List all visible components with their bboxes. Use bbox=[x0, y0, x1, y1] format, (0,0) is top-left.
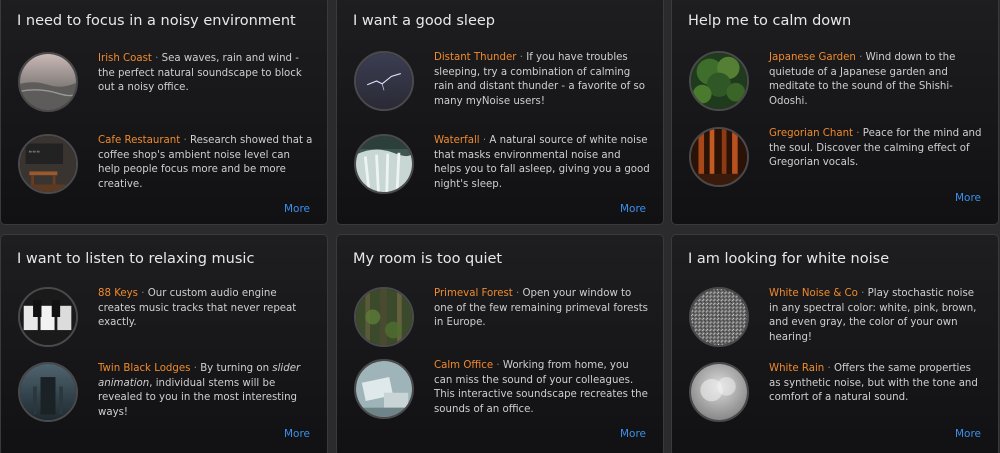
list-item[interactable]: Irish Coast · Sea waves, rain and wind -… bbox=[18, 52, 314, 116]
item-name-link[interactable]: Irish Coast bbox=[98, 53, 152, 64]
item-description: Calm Office · Working from home, you can… bbox=[434, 360, 648, 415]
item-description: Waterfall · A natural source of white no… bbox=[434, 135, 650, 190]
piano-keys-thumbnail[interactable] bbox=[18, 287, 78, 347]
more-link[interactable]: More bbox=[620, 203, 646, 215]
card-calm: Help me to calm down Japanese Garden · W… bbox=[671, 0, 999, 225]
card-sleep: I want a good sleep Distant Thunder · If… bbox=[336, 0, 664, 225]
thunder-thumbnail[interactable] bbox=[354, 51, 414, 111]
svg-text:≈≈≈: ≈≈≈ bbox=[28, 150, 40, 155]
item-name-link[interactable]: Waterfall bbox=[434, 135, 480, 146]
card-focus: I need to focus in a noisy environment I… bbox=[0, 0, 328, 225]
lodges-thumbnail[interactable] bbox=[18, 362, 78, 422]
list-item[interactable]: Distant Thunder · If you have troubles s… bbox=[354, 51, 650, 115]
item-description: Irish Coast · Sea waves, rain and wind -… bbox=[98, 53, 302, 94]
item-name-link[interactable]: Cafe Restaurant bbox=[98, 135, 180, 146]
item-description: Japanese Garden · Wind down to the quiet… bbox=[769, 52, 956, 107]
more-link[interactable]: More bbox=[284, 428, 310, 440]
card-title: I need to focus in a noisy environment bbox=[17, 13, 296, 29]
more-link[interactable]: More bbox=[955, 428, 981, 440]
list-item[interactable]: ≈≈≈ Cafe Restaurant · Research showed th… bbox=[18, 134, 314, 198]
card-quiet-room: My room is too quiet Primeval Forest · O… bbox=[336, 234, 664, 453]
item-description: Primeval Forest · Open your window to on… bbox=[434, 288, 648, 329]
item-description: Twin Black Lodges · By turning on slider… bbox=[98, 363, 301, 418]
card-title: Help me to calm down bbox=[688, 13, 852, 29]
list-item[interactable]: Calm Office · Working from home, you can… bbox=[354, 359, 650, 423]
item-name-link[interactable]: Japanese Garden bbox=[769, 52, 856, 63]
item-name-link[interactable]: Calm Office bbox=[434, 360, 493, 371]
item-name-link[interactable]: Primeval Forest bbox=[434, 288, 513, 299]
item-description: Cafe Restaurant · Research showed that a… bbox=[98, 135, 313, 190]
card-title: I want to listen to relaxing music bbox=[17, 251, 255, 267]
card-title: My room is too quiet bbox=[353, 251, 503, 267]
cafe-thumbnail[interactable]: ≈≈≈ bbox=[18, 134, 78, 194]
sea-coast-thumbnail[interactable] bbox=[18, 52, 78, 112]
item-description: White Rain · Offers the same properties … bbox=[769, 363, 978, 404]
static-noise-thumbnail[interactable] bbox=[689, 287, 749, 347]
chant-thumbnail[interactable] bbox=[689, 127, 749, 187]
item-name-link[interactable]: Twin Black Lodges bbox=[98, 363, 190, 374]
item-description: White Noise & Co · Play stochastic noise… bbox=[769, 288, 977, 343]
list-item[interactable]: Twin Black Lodges · By turning on slider… bbox=[18, 362, 314, 426]
item-name-link[interactable]: Gregorian Chant bbox=[769, 128, 853, 139]
card-title: I want a good sleep bbox=[353, 13, 495, 29]
item-description: Distant Thunder · If you have troubles s… bbox=[434, 52, 646, 107]
list-item[interactable]: 88 Keys · Our custom audio engine create… bbox=[18, 287, 314, 351]
card-white-noise: I am looking for white noise White Noise… bbox=[671, 234, 999, 453]
forest-thumbnail[interactable] bbox=[354, 287, 414, 347]
more-link[interactable]: More bbox=[620, 428, 646, 440]
garden-thumbnail[interactable] bbox=[689, 51, 749, 111]
waterfall-thumbnail[interactable] bbox=[354, 134, 414, 194]
office-thumbnail[interactable] bbox=[354, 359, 414, 419]
item-name-link[interactable]: Distant Thunder bbox=[434, 52, 516, 63]
list-item[interactable]: Primeval Forest · Open your window to on… bbox=[354, 287, 650, 351]
list-item[interactable]: White Rain · Offers the same properties … bbox=[689, 362, 985, 426]
item-name-link[interactable]: 88 Keys bbox=[98, 288, 138, 299]
list-item[interactable]: White Noise & Co · Play stochastic noise… bbox=[689, 287, 985, 351]
item-name-link[interactable]: White Rain bbox=[769, 363, 824, 374]
rain-thumbnail[interactable] bbox=[689, 362, 749, 422]
item-name-link[interactable]: White Noise & Co bbox=[769, 288, 858, 299]
card-title: I am looking for white noise bbox=[688, 251, 890, 267]
list-item[interactable]: Waterfall · A natural source of white no… bbox=[354, 134, 650, 198]
list-item[interactable]: Japanese Garden · Wind down to the quiet… bbox=[689, 51, 985, 115]
item-description: 88 Keys · Our custom audio engine create… bbox=[98, 288, 297, 329]
more-link[interactable]: More bbox=[955, 192, 981, 204]
more-link[interactable]: More bbox=[284, 203, 310, 215]
list-item[interactable]: Gregorian Chant · Peace for the mind and… bbox=[689, 127, 985, 191]
item-description: Gregorian Chant · Peace for the mind and… bbox=[769, 128, 982, 169]
card-relaxing-music: I want to listen to relaxing music 88 Ke… bbox=[0, 234, 328, 453]
